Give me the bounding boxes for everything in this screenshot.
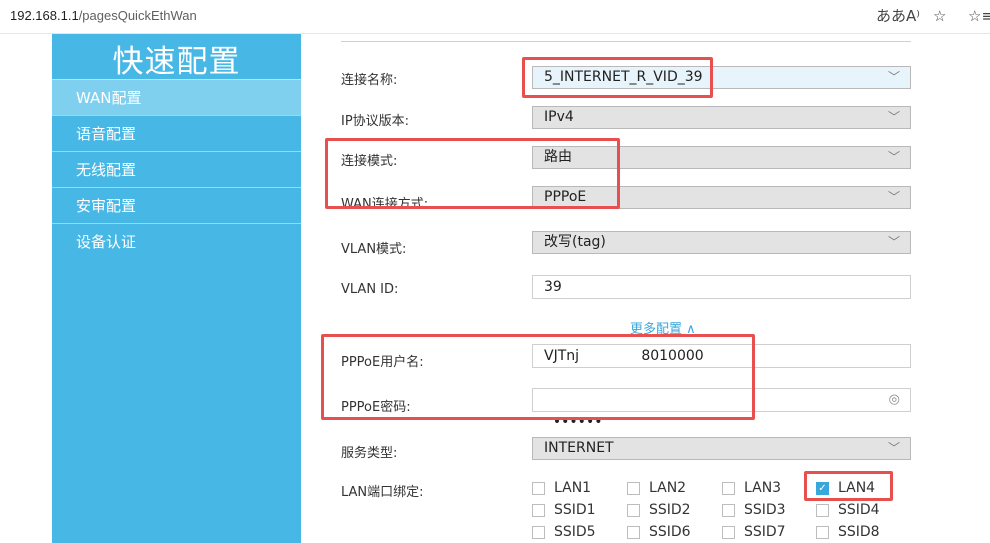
chevron-down-icon: ﹀: [887, 150, 900, 164]
ip-version-select[interactable]: IPv4 ﹀: [532, 106, 911, 129]
highlight-mode-wan: [325, 138, 620, 209]
sidebar: 快速配置 WAN配置 语音配置 无线配置 安审配置 设备认证: [52, 34, 301, 543]
sidebar-item-device-auth[interactable]: 设备认证: [52, 223, 301, 259]
sidebar-item-security[interactable]: 安审配置: [52, 187, 301, 223]
vlan-mode-select[interactable]: 改写(tag) ﹀: [532, 231, 911, 254]
ip-version-label: IP协议版本:: [341, 114, 410, 129]
highlight-connection-name: [522, 57, 713, 98]
lan-binding-label: LAN端口绑定:: [341, 485, 424, 500]
sidebar-title: 快速配置: [112, 44, 241, 80]
sidebar-item-wireless[interactable]: 无线配置: [52, 151, 301, 187]
connection-name-label: 连接名称:: [341, 73, 398, 88]
vlan-id-label: VLAN ID:: [341, 282, 399, 297]
sidebar-item-wan[interactable]: WAN配置: [52, 79, 301, 115]
highlight-lan4: [804, 471, 893, 501]
favorites-list-icon[interactable]: ☆≡: [968, 6, 990, 26]
read-aloud-icon[interactable]: ああ: [876, 6, 906, 26]
chevron-down-icon: ﹀: [887, 235, 900, 249]
chevron-down-icon: ﹀: [887, 70, 900, 84]
chevron-down-icon: ﹀: [887, 441, 900, 455]
service-type-select[interactable]: INTERNET ﹀: [532, 437, 911, 460]
url-field[interactable]: 192.168.1.1/pagesQuickEthWan: [10, 8, 197, 23]
favorite-star-icon[interactable]: ☆: [933, 6, 946, 26]
vlan-mode-label: VLAN模式:: [341, 242, 407, 257]
service-type-label: 服务类型:: [341, 446, 398, 461]
vlan-id-input[interactable]: 39: [532, 275, 911, 299]
browser-address-bar: 192.168.1.1/pagesQuickEthWan ああ A⁾ ☆ ☆≡: [0, 0, 990, 34]
section-divider: [341, 41, 911, 42]
chevron-down-icon: ﹀: [887, 190, 900, 204]
text-size-icon[interactable]: A⁾: [906, 6, 920, 26]
hide-password-icon[interactable]: ◎: [889, 389, 900, 411]
sidebar-item-voice[interactable]: 语音配置: [52, 115, 301, 151]
highlight-pppoe: [321, 334, 755, 420]
chevron-down-icon: ﹀: [887, 110, 900, 124]
